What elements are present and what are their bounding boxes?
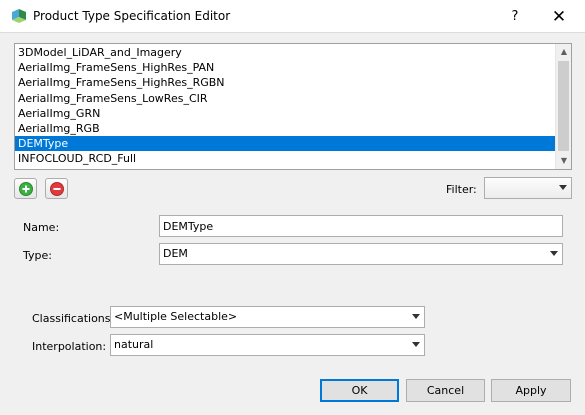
chevron-down-icon (559, 185, 567, 190)
remove-icon (50, 182, 64, 196)
list-item[interactable]: AerialImg_FrameSens_HighRes_PAN (15, 60, 556, 75)
interpolation-dropdown[interactable]: natural (110, 334, 425, 356)
add-icon (19, 182, 33, 196)
window-title: Product Type Specification Editor (33, 9, 231, 23)
name-value: DEMType (163, 220, 214, 233)
list-items: 3DModel_LiDAR_and_Imagery AerialImg_Frame… (15, 45, 556, 170)
app-icon (12, 9, 26, 23)
list-item[interactable]: AerialImg_GRN (15, 106, 556, 121)
add-button[interactable] (14, 178, 37, 199)
scroll-thumb[interactable] (558, 61, 569, 151)
scroll-down-arrow-icon[interactable]: ▼ (556, 153, 571, 169)
classifications-dropdown[interactable]: <Multiple Selectable> (110, 306, 425, 328)
classifications-value: <Multiple Selectable> (114, 310, 238, 323)
type-dropdown[interactable]: DEM (159, 243, 563, 265)
filter-label: Filter: (446, 183, 477, 196)
type-value: DEM (163, 247, 188, 260)
scroll-up-arrow-icon[interactable]: ▲ (556, 44, 571, 60)
list-item[interactable]: 3DModel_LiDAR_and_Imagery (15, 45, 556, 60)
interpolation-value: natural (114, 338, 154, 351)
chevron-down-icon (412, 314, 420, 319)
product-type-list[interactable]: 3DModel_LiDAR_and_Imagery AerialImg_Frame… (14, 43, 572, 170)
remove-button[interactable] (45, 178, 68, 199)
help-button[interactable]: ? (500, 5, 530, 29)
list-item[interactable]: AerialImg_FrameSens_HighRes_RGBN (15, 75, 556, 90)
title-bar: Product Type Specification Editor ? ✕ (0, 0, 585, 33)
list-item[interactable]: DEMType (15, 136, 556, 152)
interpolation-label: Interpolation: (32, 340, 107, 353)
cancel-button[interactable]: Cancel (406, 379, 485, 402)
apply-button[interactable]: Apply (491, 379, 571, 402)
name-field[interactable]: DEMType (159, 215, 563, 237)
classifications-label: Classifications: (32, 312, 115, 325)
chevron-down-icon (550, 251, 558, 256)
close-button[interactable]: ✕ (544, 5, 574, 29)
list-item[interactable]: AerialImg_FrameSens_LowRes_CIR (15, 91, 556, 106)
type-label: Type: (23, 249, 52, 262)
list-item[interactable]: AerialImg_RGB (15, 121, 556, 136)
list-item[interactable]: INFOCLOUD_RCD_Quick (15, 167, 556, 170)
name-label: Name: (23, 221, 60, 234)
list-scrollbar[interactable]: ▲ ▼ (555, 44, 571, 169)
list-item[interactable]: INFOCLOUD_RCD_Full (15, 151, 556, 166)
ok-button[interactable]: OK (320, 379, 399, 402)
chevron-down-icon (412, 342, 420, 347)
filter-dropdown[interactable] (484, 177, 572, 199)
